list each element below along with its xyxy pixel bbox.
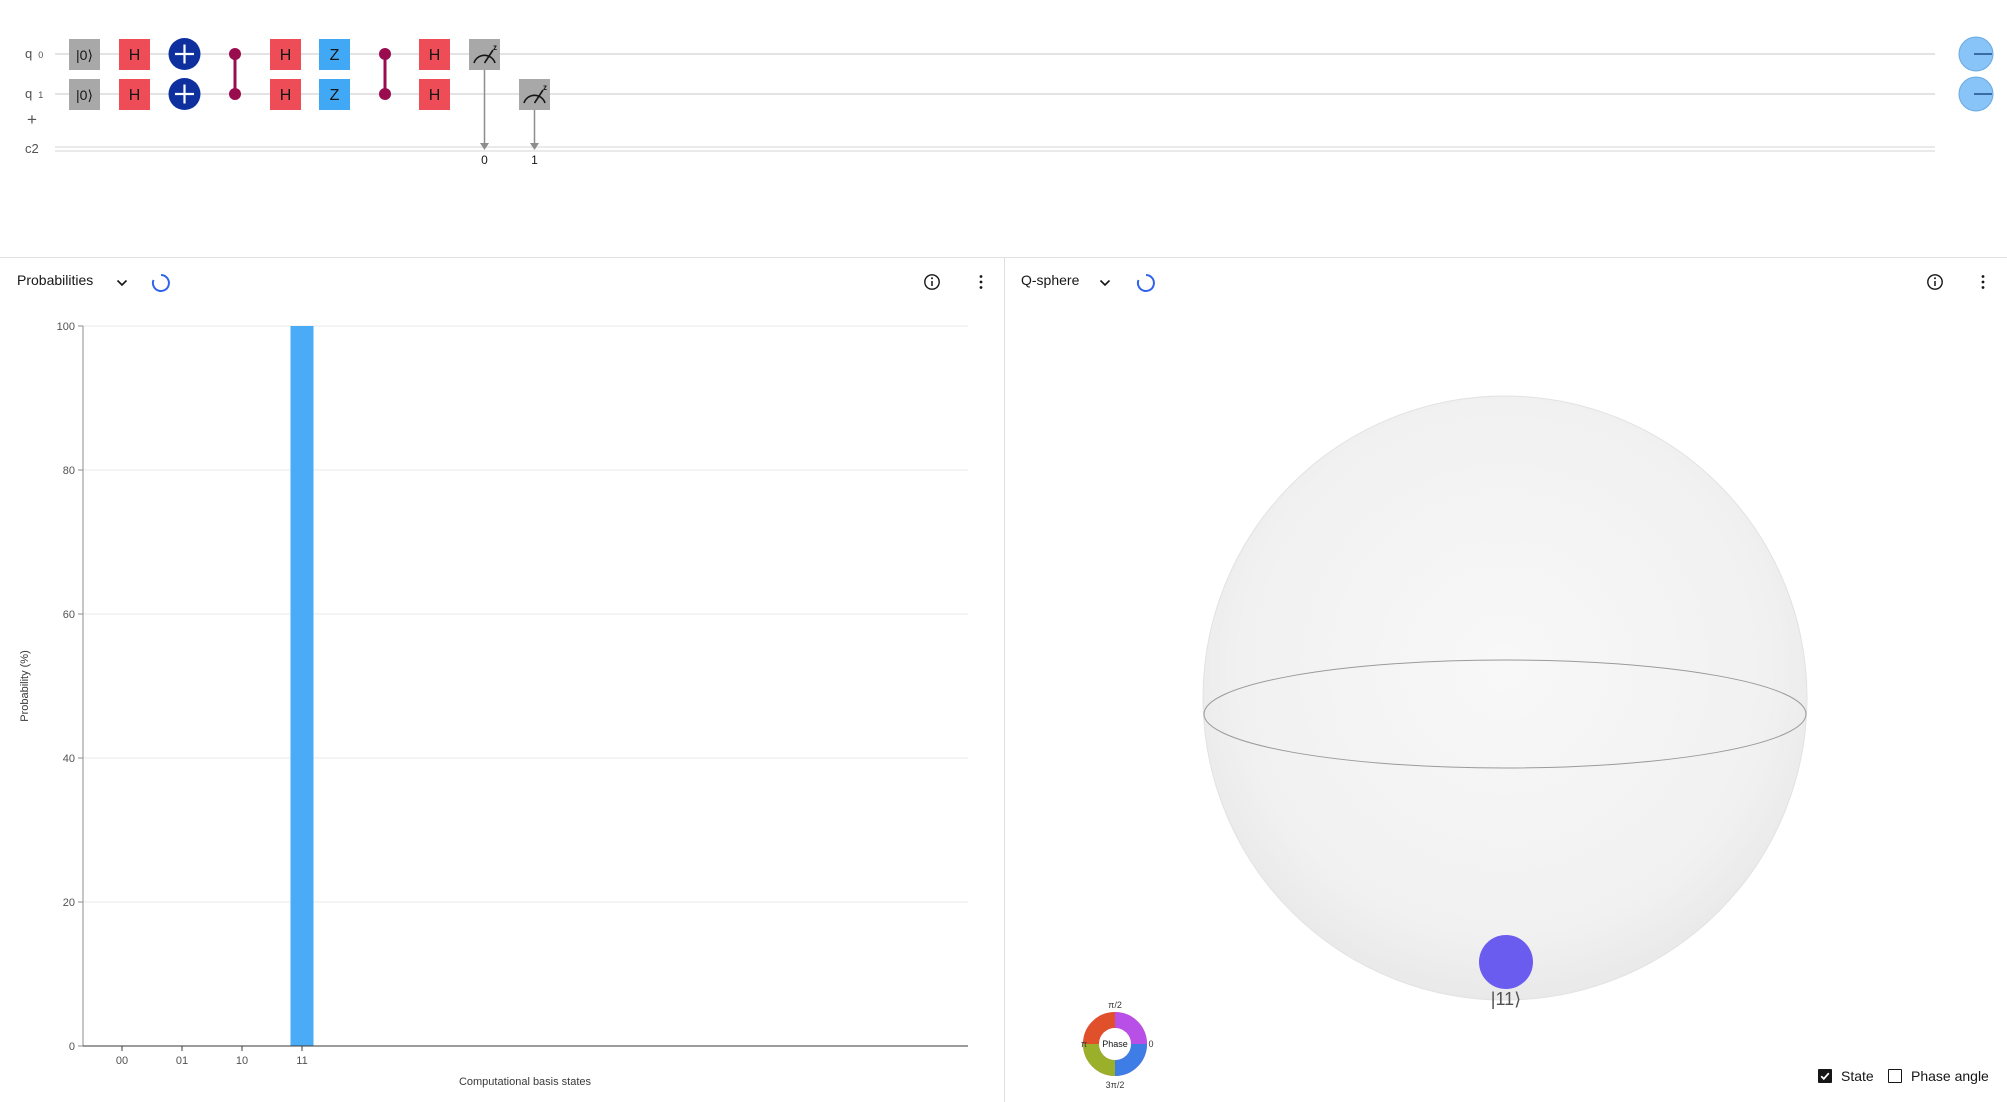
h-gate-q0-second[interactable]: H	[270, 39, 301, 70]
measure-gate-q1[interactable]: z	[519, 79, 550, 110]
state-checkbox[interactable]	[1818, 1069, 1832, 1083]
cz-gate-2[interactable]	[379, 48, 391, 100]
svg-text:z: z	[493, 43, 497, 52]
x-tick-label: 10	[236, 1055, 248, 1067]
svg-text:Z: Z	[330, 47, 340, 64]
phase-angle-checkbox[interactable]	[1888, 1069, 1902, 1083]
probabilities-chart: 0 20 40 60 80 100 00 01 10 11 Computational basi…	[19, 321, 968, 1088]
h-gate-q0-third[interactable]: H	[419, 39, 450, 70]
h-gate-q1-second[interactable]: H	[270, 79, 301, 110]
svg-text:H: H	[280, 87, 292, 104]
state-label: |11⟩	[1491, 989, 1521, 1009]
svg-text:π: π	[1081, 1039, 1087, 1049]
measure-bit-1: 1	[531, 153, 538, 167]
classical-register-label[interactable]: c2	[25, 141, 39, 156]
svg-text:0: 0	[1148, 1039, 1153, 1049]
cz-gate-1[interactable]	[229, 48, 241, 100]
svg-text:Z: Z	[330, 87, 340, 104]
h-gate-q0[interactable]: H	[119, 39, 150, 70]
svg-text:H: H	[429, 47, 441, 64]
y-tick-label: 80	[63, 465, 75, 477]
probabilities-panel: Probabilities 0 20 40 60 80 100 00 01 10 11 Comp…	[0, 258, 1004, 1102]
h-gate-q1-third[interactable]: H	[419, 79, 450, 110]
output-marker-q1[interactable]	[1958, 76, 1994, 112]
svg-text:Phase: Phase	[1102, 1039, 1128, 1049]
add-qubit-button[interactable]: +	[27, 110, 37, 129]
init-gate-q0[interactable]: |0⟩	[69, 39, 100, 70]
svg-text:H: H	[280, 47, 292, 64]
qsphere-visualization[interactable]: |11⟩ Phase π/2 π 0 3π/2	[1005, 258, 2007, 1102]
y-tick-label: 60	[63, 609, 75, 621]
y-tick-label: 40	[63, 753, 75, 765]
y-tick-label: 0	[69, 1041, 75, 1053]
checkmark-icon	[1820, 1072, 1830, 1081]
qubit-label-q1[interactable]: q1	[25, 86, 43, 101]
y-axis-label: Probability (%)	[19, 650, 31, 722]
phase-wheel-legend: Phase π/2 π 0 3π/2	[1081, 1000, 1154, 1090]
y-tick-label: 20	[63, 897, 75, 909]
circuit-composer[interactable]: q0 q1 + c2 |0⟩ |0⟩ H H H H Z Z H H z 0 z…	[0, 0, 2007, 257]
init-gate-q1[interactable]: |0⟩	[69, 79, 100, 110]
x-tick-label: 11	[296, 1055, 307, 1067]
x-axis-label: Computational basis states	[459, 1076, 592, 1088]
svg-text:H: H	[129, 47, 141, 64]
y-tick-label: 100	[57, 321, 75, 333]
qubit-label-q0[interactable]: q0	[25, 46, 43, 61]
z-gate-q1[interactable]: Z	[319, 79, 350, 110]
measure-gate-q0[interactable]: z	[469, 39, 500, 70]
x-gate-q0[interactable]	[168, 38, 201, 70]
svg-text:H: H	[429, 87, 441, 104]
x-tick-label: 00	[116, 1055, 128, 1067]
z-gate-q0[interactable]: Z	[319, 39, 350, 70]
qsphere-panel: Q-sphere |11⟩ Phase π/2 π 0 3π/2 State P…	[1005, 258, 2007, 1102]
measure-bit-0: 0	[481, 153, 488, 167]
output-marker-q0[interactable]	[1958, 36, 1994, 72]
bar-11[interactable]	[290, 326, 314, 1046]
x-gate-q1[interactable]	[168, 78, 201, 110]
svg-text:3π/2: 3π/2	[1106, 1080, 1125, 1090]
state-marker[interactable]	[1479, 935, 1533, 989]
x-tick-label: 01	[176, 1055, 188, 1067]
svg-text:H: H	[129, 87, 141, 104]
phase-angle-checkbox-label[interactable]: Phase angle	[1911, 1068, 1989, 1084]
h-gate-q1[interactable]: H	[119, 79, 150, 110]
svg-text:|0⟩: |0⟩	[76, 47, 93, 63]
svg-text:z: z	[543, 83, 547, 92]
svg-text:π/2: π/2	[1108, 1000, 1122, 1010]
state-checkbox-label[interactable]: State	[1841, 1068, 1874, 1084]
svg-text:|0⟩: |0⟩	[76, 87, 93, 103]
